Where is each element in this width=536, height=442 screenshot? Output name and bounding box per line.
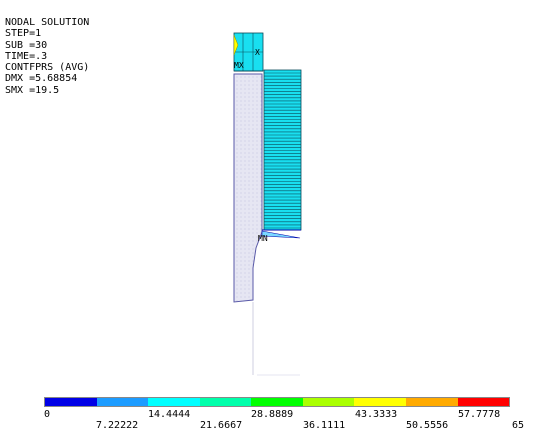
- legend-tick-0: 0: [44, 409, 51, 420]
- left-body: [233, 73, 263, 303]
- legend-swatch-2: [148, 398, 200, 406]
- mx-label: MX: [234, 61, 244, 70]
- x-label: X: [255, 48, 260, 57]
- legend-tick-1: 7.22222: [96, 420, 139, 431]
- legend-swatch-4: [251, 398, 303, 406]
- legend-tick-6: 43.3333: [355, 409, 398, 420]
- legend-tick-9: 65: [512, 420, 525, 431]
- legend-color-bar: [44, 397, 510, 407]
- legend-tick-8: 57.7778: [458, 409, 501, 420]
- legend-swatch-1: [96, 398, 149, 406]
- mn-wedge: [261, 230, 301, 239]
- model-plot: MX MN X: [233, 32, 302, 376]
- legend-swatch-3: [199, 398, 252, 406]
- legend-swatch-6: [354, 398, 406, 406]
- legend-tick-4: 28.8889: [251, 409, 294, 420]
- legend-swatch-5: [302, 398, 355, 406]
- legend-swatch-7: [405, 398, 458, 406]
- legend-swatch-8: [457, 398, 510, 406]
- legend-tick-7: 50.5556: [406, 420, 449, 431]
- legend-tick-3: 21.6667: [200, 420, 243, 431]
- mn-label: MN: [258, 234, 268, 243]
- legend-swatch-0: [45, 398, 97, 406]
- legend-tick-5: 36.1111: [303, 420, 346, 431]
- legend-tick-2: 14.4444: [148, 409, 191, 420]
